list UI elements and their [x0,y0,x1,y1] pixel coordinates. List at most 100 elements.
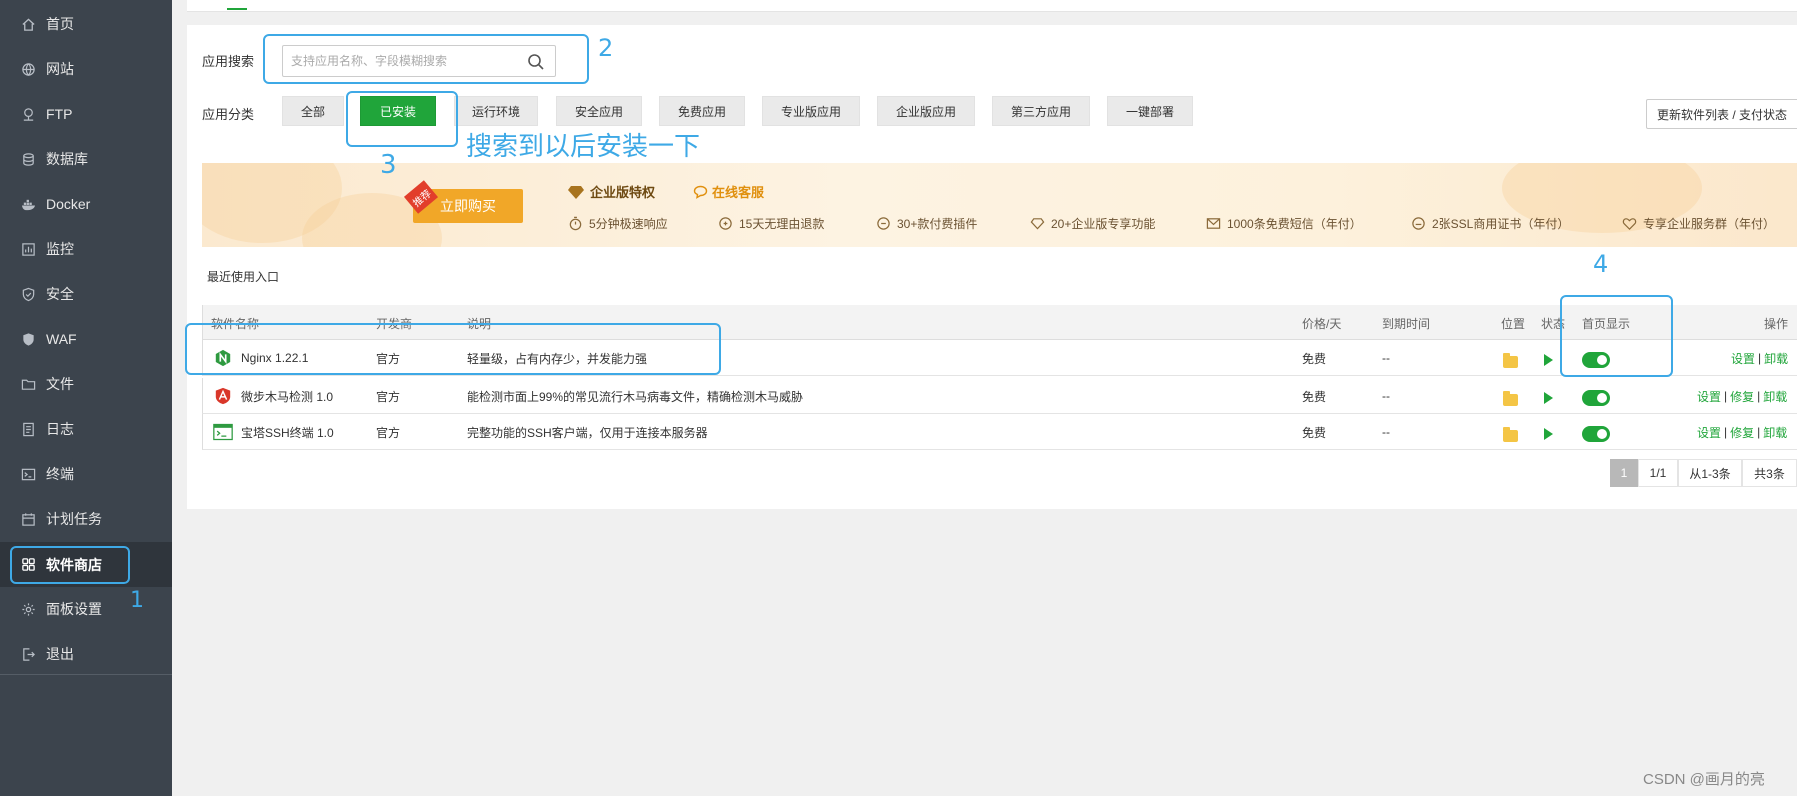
category-pro[interactable]: 专业版应用 [762,96,860,126]
header-expire: 到期时间 [1382,317,1431,331]
shield-icon [20,286,36,302]
sidebar-item-files[interactable]: 文件 [0,362,172,406]
developer-cell: 官方 [376,425,401,440]
settings-link[interactable]: 设置 [1731,350,1755,367]
annotation-step-1: 1 [130,588,144,613]
developer-cell: 官方 [376,389,401,404]
sidebar-item-label: 计划任务 [46,511,102,527]
app-name-cell: 宝塔SSH终端 1.0 [213,422,334,442]
category-third-party[interactable]: 第三方应用 [992,96,1090,126]
feature-label: 20+企业版专享功能 [1051,217,1156,231]
sidebar-item-database[interactable]: 数据库 [0,137,172,181]
repair-link[interactable]: 修复 [1730,388,1754,405]
search-label: 应用搜索 [202,54,255,69]
page-current[interactable]: 1 [1610,459,1638,487]
annotation-box-app-store [10,546,130,584]
update-software-list-button[interactable]: 更新软件列表 / 支付状态 [1646,99,1797,129]
sidebar-item-logs[interactable]: 日志 [0,407,172,451]
folder-icon [20,376,36,392]
plugin-icon [877,217,890,230]
feature-label: 1000条免费短信（年付） [1227,217,1362,231]
page-total: 共3条 [1742,459,1797,487]
start-button[interactable] [1544,388,1553,408]
online-service-link[interactable]: 在线客服 [693,182,764,201]
settings-link[interactable]: 设置 [1697,388,1721,405]
logout-icon [20,646,36,662]
sidebar-item-panel-settings[interactable]: 面板设置 [0,587,172,631]
sidebar-item-label: 网站 [46,61,74,77]
stopwatch-icon [569,216,582,231]
feature-free-sms: 1000条免费短信（年付） [1206,215,1362,232]
sidebar-item-waf[interactable]: WAF [0,317,172,361]
category-one-click-deploy[interactable]: 一键部署 [1107,96,1193,126]
settings-link[interactable]: 设置 [1697,424,1721,441]
enterprise-privileges-title: 企业版特权 [568,182,655,201]
home-icon [20,16,36,32]
repair-link[interactable]: 修复 [1730,424,1754,441]
log-icon [20,421,36,437]
row-actions: 设置 | 修复 | 卸载 [1697,386,1787,406]
annotation-step-4: 4 [1593,250,1609,278]
open-folder-button[interactable] [1503,426,1518,446]
sidebar-item-website[interactable]: 网站 [0,47,172,91]
page-range: 从1-3条 [1678,459,1742,487]
heart-icon [1622,218,1637,230]
category-all[interactable]: 全部 [282,96,344,126]
feature-label: 5分钟极速响应 [589,217,668,231]
open-folder-button[interactable] [1503,352,1518,372]
sidebar-item-docker[interactable]: Docker [0,182,172,226]
active-tab-indicator [227,8,247,10]
home-display-toggle[interactable] [1582,388,1610,408]
annotation-box-search [263,34,589,84]
sidebar-item-label: 日志 [46,421,74,437]
sidebar-item-logout[interactable]: 退出 [0,632,172,676]
open-folder-button[interactable] [1503,390,1518,410]
description-cell: 能检测市面上99%的常见流行木马病毒文件，精确检测木马威胁 [467,389,804,404]
header-actions: 操作 [1764,317,1789,331]
sidebar-item-label: FTP [46,106,73,122]
feature-enterprise-functions: 20+企业版专享功能 [1030,215,1155,232]
play-icon [1544,354,1553,366]
feature-paid-plugins: 30+款付费插件 [876,215,977,232]
sidebar-item-terminal[interactable]: 终端 [0,452,172,496]
separator: | [1758,351,1762,365]
separator: | [1757,425,1761,439]
sidebar-item-label: 退出 [46,646,74,662]
home-display-toggle[interactable] [1582,424,1610,444]
start-button[interactable] [1544,350,1553,370]
row-actions: 设置 | 修复 | 卸载 [1697,422,1787,442]
uninstall-link[interactable]: 卸载 [1763,424,1787,441]
folder-icon [1503,427,1518,442]
category-security[interactable]: 安全应用 [556,96,642,126]
sidebar-item-label: 首页 [46,16,74,32]
category-runtime[interactable]: 运行环境 [454,96,538,126]
uninstall-link[interactable]: 卸载 [1764,350,1788,367]
sidebar-item-cron[interactable]: 计划任务 [0,497,172,541]
table-row [202,378,1797,414]
price-cell: 免费 [1302,389,1327,404]
category-enterprise[interactable]: 企业版应用 [877,96,975,126]
uninstall-link[interactable]: 卸载 [1763,388,1787,405]
app-name-cell: 微步木马检测 1.0 [213,386,333,406]
sidebar-item-home[interactable]: 首页 [0,2,172,46]
feature-ssl-certificates: 2张SSL商用证书（年付） [1411,215,1569,232]
docker-icon [20,196,36,212]
feature-label: 专享企业服务群（年付） [1643,217,1776,231]
ssl-icon [1412,217,1425,230]
top-tab-bar [187,0,1797,12]
sidebar-item-security[interactable]: 安全 [0,272,172,316]
feature-label: 15天无理由退款 [739,217,825,231]
sidebar-item-label: 文件 [46,376,74,392]
annotation-box-home-display [1560,295,1673,377]
chat-icon [693,185,708,199]
sidebar-item-ftp[interactable]: FTP [0,92,172,136]
category-free[interactable]: 免费应用 [659,96,745,126]
start-button[interactable] [1544,424,1553,444]
sidebar-item-monitor[interactable]: 监控 [0,227,172,271]
sidebar-item-label: Docker [46,196,91,212]
app-name: 微步木马检测 1.0 [241,389,334,404]
play-icon [1544,392,1553,404]
expire-cell: -- [1382,389,1390,403]
trojan-detect-icon [213,386,233,406]
recent-entry-label: 最近使用入口 [207,270,280,284]
